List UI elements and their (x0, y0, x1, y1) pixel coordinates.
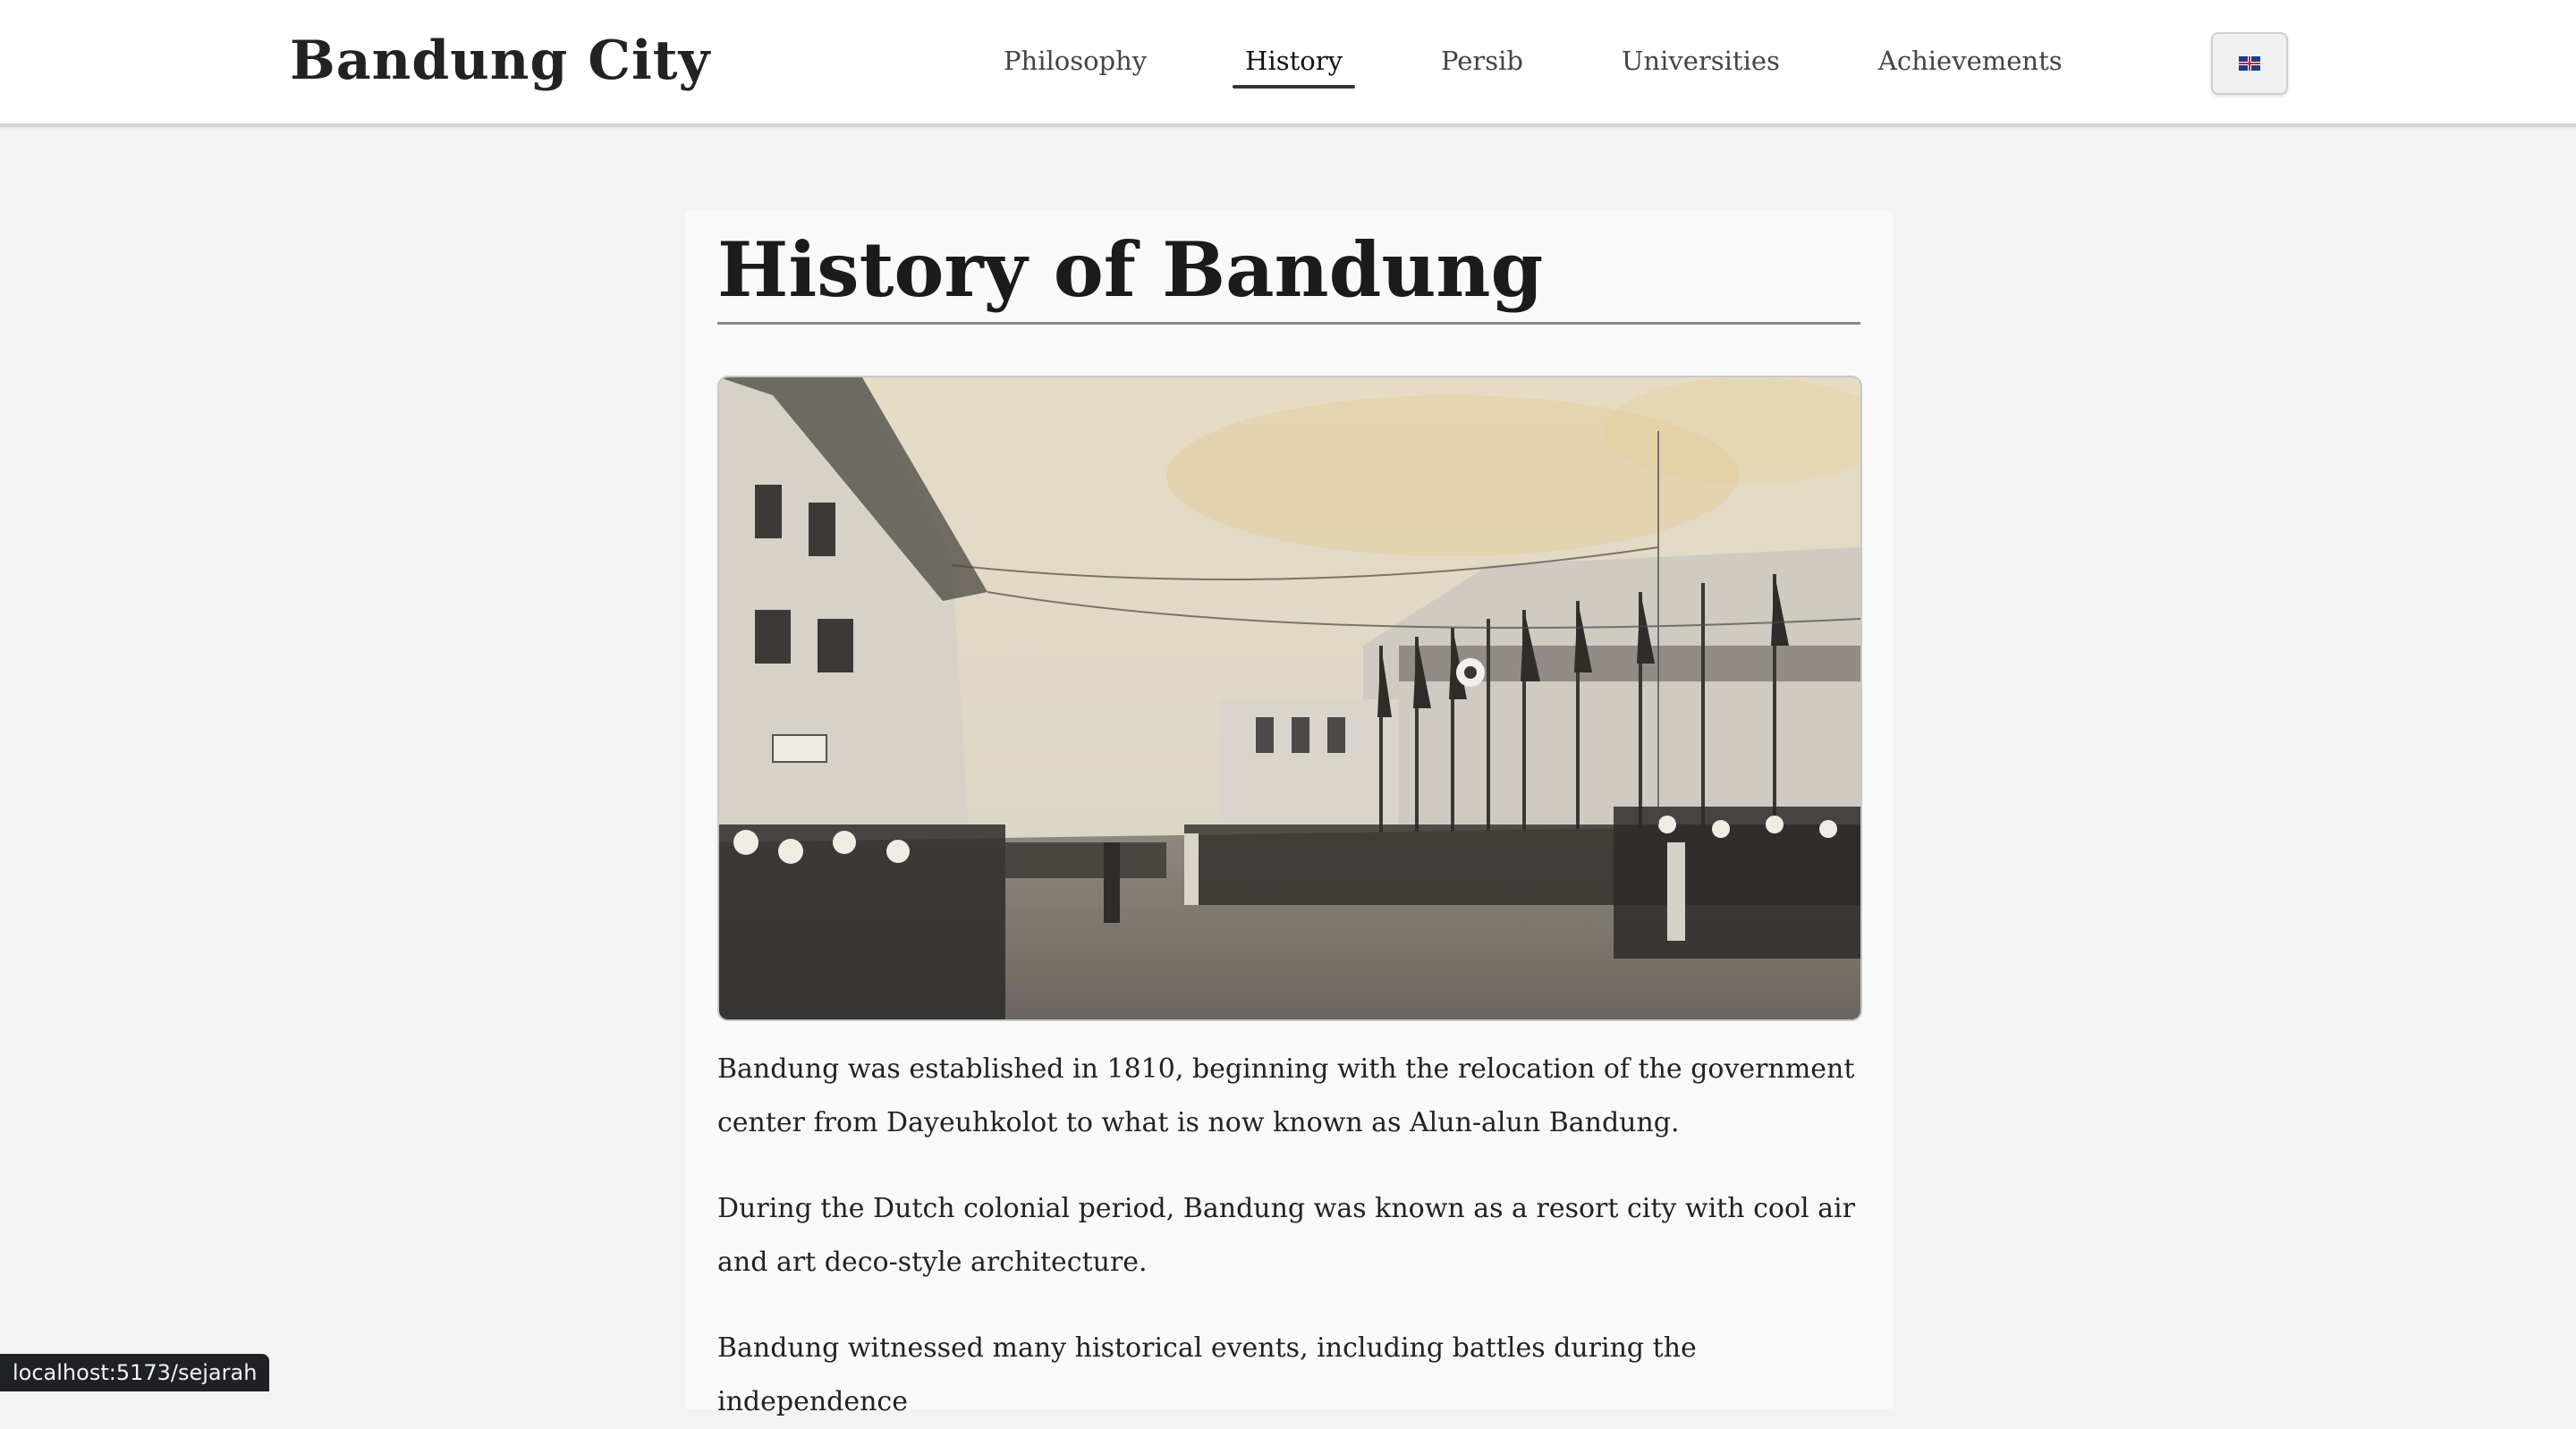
nav-item-persib[interactable]: Persib (1425, 40, 1539, 81)
uk-flag-icon (2239, 56, 2260, 71)
site-header: Bandung City Philosophy History Persib U… (0, 0, 2576, 127)
nav-item-universities[interactable]: Universities (1606, 40, 1796, 81)
nav-item-history[interactable]: History (1229, 40, 1359, 89)
main-content: History of Bandung Bandung was establish… (685, 211, 1893, 1417)
nav-item-philosophy[interactable]: Philosophy (987, 40, 1163, 81)
page-title: History of Bandung (717, 211, 1860, 325)
status-bar-url: localhost:5173/sejarah (0, 1354, 270, 1391)
nav-item-achievements[interactable]: Achievements (1862, 40, 2079, 81)
site-brand[interactable]: Bandung City (290, 25, 710, 97)
language-toggle-button[interactable] (2211, 32, 2288, 95)
paragraph-colonial: During the Dutch colonial period, Bandun… (717, 1193, 1855, 1278)
paragraph-independence: Bandung witnessed many historical events… (717, 1332, 1697, 1417)
historic-street-photo (717, 376, 1862, 1021)
main-nav: Philosophy History Persib Universities A… (987, 34, 2145, 89)
paragraph-founding: Bandung was established in 1810, beginni… (717, 1053, 1855, 1138)
